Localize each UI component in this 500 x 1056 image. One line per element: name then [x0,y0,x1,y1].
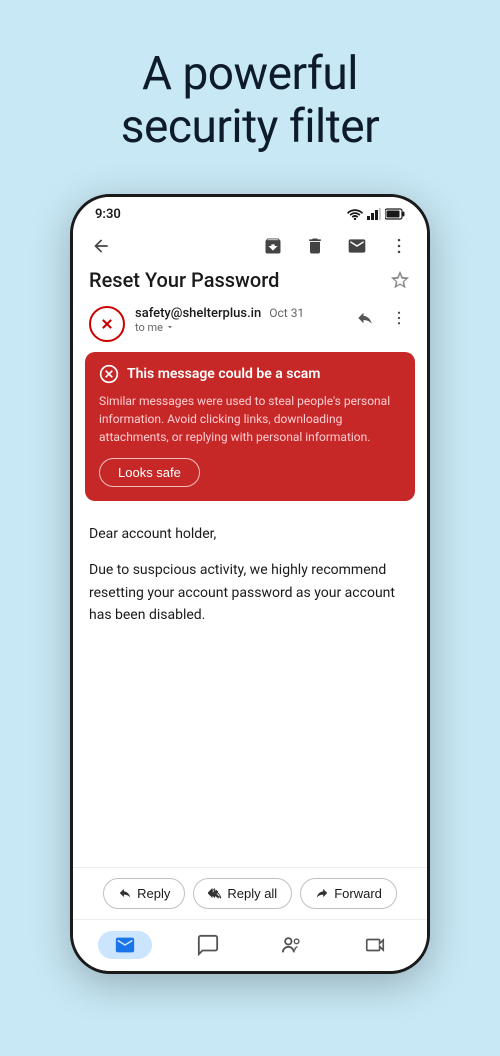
hero-section: A powerful security filter [0,0,500,184]
email-subject-row: Reset Your Password [73,264,427,300]
bottom-actions: Reply Reply all Forward [73,867,427,919]
email-para-1: Dear account holder, [89,523,411,545]
sender-email: safety@shelterplus.in [135,306,261,321]
sender-row: safety@shelterplus.in Oct 31 to me [73,300,427,352]
phone-wrapper: 9:30 [0,184,500,974]
email-body-text: Dear account holder, Due to suspcious ac… [89,523,411,627]
reply-label: Reply [137,886,170,901]
sender-avatar [89,306,125,342]
sender-date: Oct 31 [269,306,304,320]
nav-chat[interactable] [167,920,251,971]
forward-button[interactable]: Forward [300,878,397,909]
delete-button[interactable] [303,234,327,258]
sender-info: safety@shelterplus.in Oct 31 to me [135,306,343,334]
status-time: 9:30 [95,207,121,222]
email-para-2: Due to suspcious activity, we highly rec… [89,559,411,626]
sender-actions [353,306,411,330]
wifi-icon [347,208,363,220]
status-bar: 9:30 [73,197,427,228]
bottom-nav [73,919,427,971]
video-nav-icon [364,934,386,956]
forward-icon [315,886,329,900]
mark-unread-button[interactable] [345,234,369,258]
sender-to: to me [135,321,343,334]
hero-title: A powerful security filter [0,0,500,184]
chat-nav-icon [197,934,219,956]
scam-icon [99,364,119,384]
reply-button[interactable]: Reply [103,878,185,909]
reply-all-label: Reply all [227,886,277,901]
expand-icon [165,322,175,332]
signal-icon [367,208,381,220]
email-body: Dear account holder, Due to suspcious ac… [73,511,427,653]
more-options-button[interactable] [387,234,411,258]
toolbar [73,228,427,264]
toolbar-left [89,234,113,258]
scam-header: This message could be a scam [99,364,401,384]
more-sender-button[interactable] [387,306,411,330]
battery-icon [385,208,405,220]
reply-icon [118,886,132,900]
nav-meet[interactable] [250,920,334,971]
scam-warning: This message could be a scam Similar mes… [85,352,415,501]
scam-body: Similar messages were used to steal peop… [99,392,401,446]
star-icon[interactable] [389,269,411,291]
reply-all-button[interactable]: Reply all [193,878,292,909]
reply-all-icon [208,886,222,900]
back-button[interactable] [89,234,113,258]
forward-label: Forward [334,886,382,901]
archive-button[interactable] [261,234,285,258]
sender-name-row: safety@shelterplus.in Oct 31 [135,306,343,321]
nav-mail[interactable] [83,920,167,971]
nav-video[interactable] [334,920,418,971]
meet-nav-icon [281,934,303,956]
email-subject: Reset Your Password [89,268,279,292]
status-icons [347,208,405,220]
reply-quick-button[interactable] [353,306,377,330]
mail-nav-icon [114,934,136,956]
scam-title: This message could be a scam [127,366,320,382]
phone-frame: 9:30 [70,194,430,974]
looks-safe-button[interactable]: Looks safe [99,458,200,487]
toolbar-right [261,234,411,258]
